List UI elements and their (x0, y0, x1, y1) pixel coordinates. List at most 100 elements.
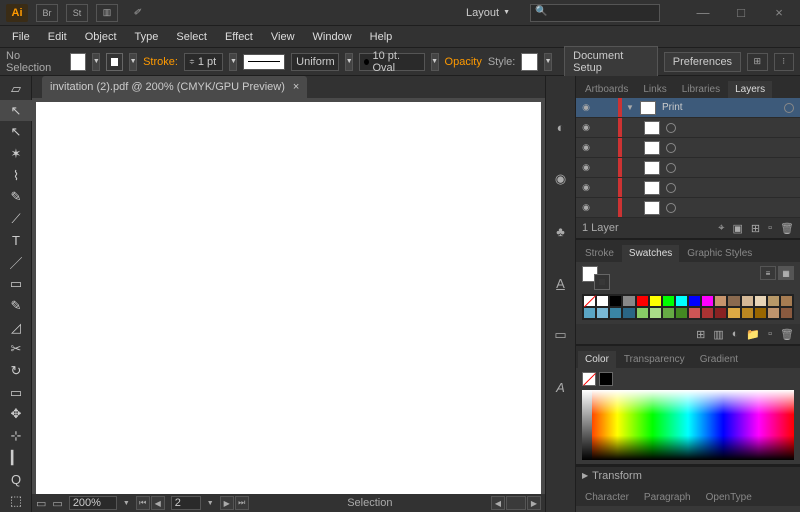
new-sublayer-icon[interactable]: ⊞ (751, 222, 760, 235)
menu-object[interactable]: Object (77, 29, 125, 45)
stock-icon[interactable]: St (66, 4, 88, 22)
swatch-grid-view[interactable]: ▦ (778, 266, 794, 280)
swatch-cell[interactable] (727, 307, 740, 319)
new-layer-icon[interactable]: ▫ (768, 222, 772, 235)
profile-dropdown[interactable]: ▼ (345, 53, 353, 71)
control-icon-1[interactable]: ⊞ (747, 53, 767, 71)
swatch-cell[interactable] (688, 307, 701, 319)
fill-stroke-indicator[interactable] (582, 266, 610, 290)
dock-icon-1[interactable]: ◐ (550, 116, 572, 138)
dock-icon-3[interactable]: ♣ (550, 220, 572, 242)
layer-row[interactable]: ◉ (576, 178, 800, 198)
close-tab-icon[interactable]: × (293, 81, 299, 93)
zoom-input[interactable]: 200% (69, 496, 117, 510)
visibility-icon[interactable]: ◉ (576, 142, 596, 153)
zoom-dropdown[interactable]: ▼ (123, 500, 130, 507)
visibility-icon[interactable]: ◉ (576, 182, 596, 193)
target-icon[interactable] (784, 103, 794, 113)
swatch-cell[interactable] (701, 307, 714, 319)
dock-icon-4[interactable]: A (550, 272, 572, 294)
delete-layer-icon[interactable]: 🗑 (780, 222, 794, 235)
swatch-cell[interactable] (780, 307, 793, 319)
menu-help[interactable]: Help (362, 29, 401, 45)
layer-name[interactable] (664, 163, 794, 173)
tool-6[interactable]: ⟋ (0, 208, 32, 230)
close-button[interactable]: × (764, 5, 794, 21)
locate-layer-icon[interactable]: ⌖ (718, 222, 724, 235)
swatch-cell[interactable] (727, 295, 740, 307)
swatch-cell[interactable] (622, 307, 635, 319)
stroke-label[interactable]: Stroke: (143, 56, 178, 68)
swatch-cell[interactable] (583, 295, 596, 307)
dock-icon-5[interactable]: ▭ (550, 324, 572, 346)
tool-5[interactable]: ✎ (0, 187, 32, 209)
expand-icon[interactable]: ▼ (626, 103, 636, 112)
scroll-track[interactable] (506, 496, 526, 510)
menu-edit[interactable]: Edit (40, 29, 75, 45)
color-spectrum[interactable] (582, 390, 794, 460)
swatch-cell[interactable] (636, 295, 649, 307)
new-swatch-icon[interactable]: ▫ (768, 328, 772, 341)
dock-icon-2[interactable]: ◉ (550, 168, 572, 190)
style-swatch[interactable] (521, 53, 538, 71)
tab-paragraph[interactable]: Paragraph (637, 489, 698, 506)
menu-select[interactable]: Select (168, 29, 215, 45)
preferences-button[interactable]: Preferences (664, 52, 741, 72)
nav-icon2[interactable]: ▭ (52, 497, 62, 510)
tool-7[interactable]: T (0, 230, 32, 252)
tool-13[interactable]: ↻ (0, 360, 32, 382)
visibility-icon[interactable]: ◉ (576, 202, 596, 213)
fill-swatch[interactable] (70, 53, 87, 71)
tool-19[interactable]: ⬚ (0, 490, 32, 512)
target-icon[interactable] (666, 183, 676, 193)
swatch-cell[interactable] (649, 295, 662, 307)
tool-0[interactable]: ▱ (0, 78, 32, 100)
swatch-cell[interactable] (754, 295, 767, 307)
dock-icon-6[interactable]: A (550, 376, 572, 398)
swatch-cell[interactable] (649, 307, 662, 319)
swatch-cell[interactable] (741, 295, 754, 307)
swatch-cell[interactable] (609, 307, 622, 319)
tool-2[interactable]: ↖ (0, 121, 32, 143)
layer-name[interactable] (664, 203, 794, 213)
tab-opentype[interactable]: OpenType (699, 489, 759, 506)
swatch-cell[interactable] (701, 295, 714, 307)
fill-dropdown[interactable]: ▼ (92, 53, 100, 71)
swatch-list-view[interactable]: ≡ (760, 266, 776, 280)
tab-artboards[interactable]: Artboards (578, 81, 635, 98)
swatch-cell[interactable] (596, 307, 609, 319)
layer-row[interactable]: ◉▼Print (576, 98, 800, 118)
profile-select[interactable]: Uniform (291, 53, 339, 71)
swatch-cell[interactable] (754, 307, 767, 319)
stroke-dropdown[interactable]: ▼ (129, 53, 137, 71)
page-dropdown[interactable]: ▼ (207, 500, 214, 507)
bridge-icon[interactable]: Br (36, 4, 58, 22)
stroke-profile-preview[interactable] (243, 54, 285, 70)
target-icon[interactable] (666, 203, 676, 213)
swatch-cell[interactable] (596, 295, 609, 307)
last-page-button[interactable]: ⏭ (235, 496, 249, 510)
swatch-cell[interactable] (741, 307, 754, 319)
prev-page-button[interactable]: ◀ (151, 496, 165, 510)
tab-character[interactable]: Character (578, 489, 636, 506)
layer-row[interactable]: ◉ (576, 158, 800, 178)
black-color[interactable] (599, 372, 613, 386)
visibility-icon[interactable]: ◉ (576, 122, 596, 133)
document-tab[interactable]: invitation (2).pdf @ 200% (CMYK/GPU Prev… (42, 76, 307, 98)
next-page-button[interactable]: ▶ (220, 496, 234, 510)
stroke-swatch[interactable] (106, 53, 123, 71)
swatch-opts-icon[interactable]: ◐ (732, 328, 739, 341)
visibility-icon[interactable]: ◉ (576, 162, 596, 173)
style-dropdown[interactable]: ▼ (544, 53, 552, 71)
swatch-cell[interactable] (662, 295, 675, 307)
tab-swatches[interactable]: Swatches (622, 245, 679, 262)
menu-type[interactable]: Type (127, 29, 167, 45)
menu-window[interactable]: Window (305, 29, 360, 45)
tab-transparency[interactable]: Transparency (617, 351, 692, 368)
tab-gradient[interactable]: Gradient (693, 351, 745, 368)
transform-panel-header[interactable]: ▶Transform (576, 466, 800, 484)
swatch-cell[interactable] (583, 307, 596, 319)
target-icon[interactable] (666, 143, 676, 153)
document-setup-button[interactable]: Document Setup (564, 46, 658, 78)
tool-8[interactable]: ／ (0, 252, 32, 274)
